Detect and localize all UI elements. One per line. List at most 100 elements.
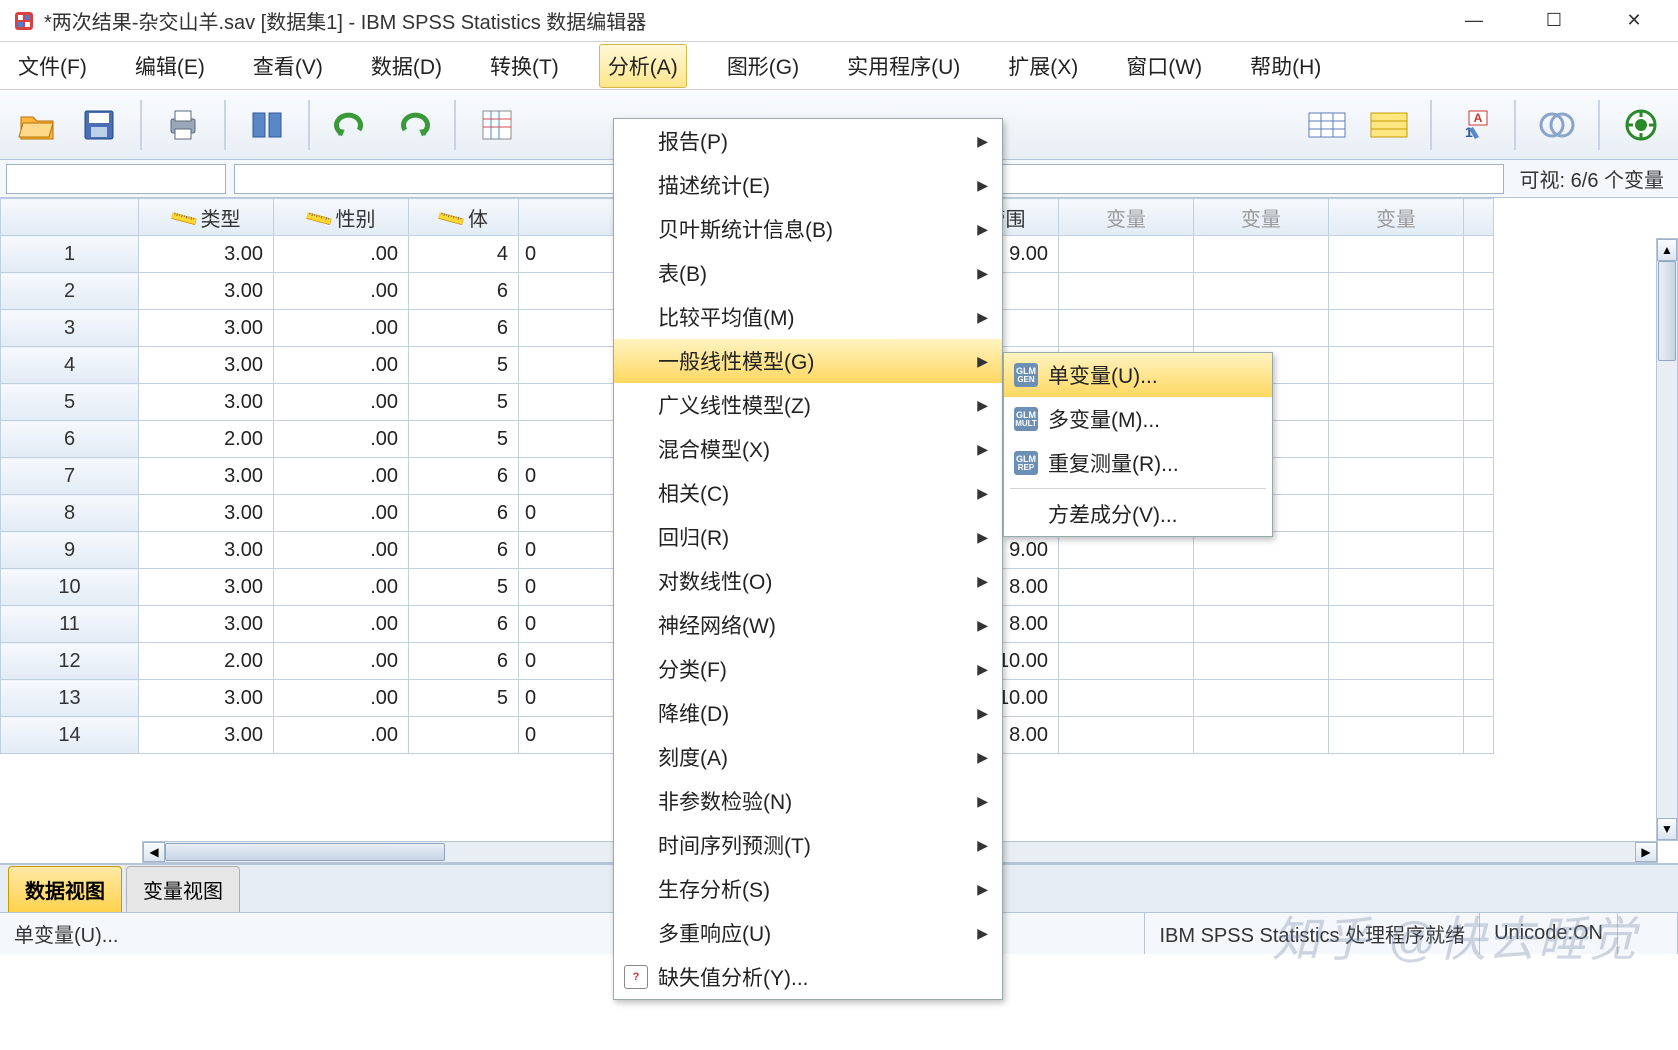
vertical-scrollbar[interactable]: ▲ ▼ xyxy=(1656,238,1678,841)
find-button[interactable] xyxy=(1362,98,1416,152)
cell[interactable]: 6 xyxy=(409,273,519,310)
glm-item[interactable]: GLMREP重复测量(R)... xyxy=(1004,441,1272,485)
cell[interactable]: 6 xyxy=(409,495,519,532)
row-header[interactable]: 5 xyxy=(1,384,139,421)
run-button[interactable] xyxy=(1614,98,1668,152)
analyze-item[interactable]: 对数线性(O)▶ xyxy=(614,559,1002,603)
cell[interactable] xyxy=(1059,532,1194,569)
analyze-item[interactable]: ?缺失值分析(Y)... xyxy=(614,955,1002,999)
row-header[interactable]: 12 xyxy=(1,643,139,680)
cell[interactable]: .00 xyxy=(274,384,409,421)
cell[interactable]: 3.00 xyxy=(139,458,274,495)
cell[interactable] xyxy=(1329,384,1464,421)
cell[interactable] xyxy=(1194,606,1329,643)
cell[interactable]: 3.00 xyxy=(139,569,274,606)
cell[interactable] xyxy=(1194,569,1329,606)
cell[interactable] xyxy=(1329,680,1464,717)
cell[interactable] xyxy=(1329,569,1464,606)
cell[interactable] xyxy=(1329,495,1464,532)
menu-edit[interactable]: 编辑(E) xyxy=(127,45,213,87)
cell-reference-box[interactable] xyxy=(6,164,226,194)
row-header[interactable]: 4 xyxy=(1,347,139,384)
row-header[interactable]: 13 xyxy=(1,680,139,717)
cell[interactable]: 6 xyxy=(409,532,519,569)
scroll-left-button[interactable]: ◀ xyxy=(143,842,165,862)
cell[interactable]: .00 xyxy=(274,643,409,680)
cell[interactable]: 3.00 xyxy=(139,495,274,532)
cell[interactable]: 2.00 xyxy=(139,643,274,680)
col-header-type[interactable]: 📏类型 xyxy=(139,199,274,236)
print-button[interactable] xyxy=(156,98,210,152)
menu-graphs[interactable]: 图形(G) xyxy=(719,45,807,87)
cell[interactable]: .00 xyxy=(274,347,409,384)
tab-data-view[interactable]: 数据视图 xyxy=(8,866,122,912)
cell[interactable] xyxy=(1194,680,1329,717)
row-header[interactable]: 2 xyxy=(1,273,139,310)
cell[interactable] xyxy=(1329,532,1464,569)
cell[interactable] xyxy=(409,717,519,754)
col-header-body[interactable]: 📏体 xyxy=(409,199,519,236)
row-header[interactable]: 11 xyxy=(1,606,139,643)
cell[interactable]: 3.00 xyxy=(139,384,274,421)
analyze-item[interactable]: 混合模型(X)▶ xyxy=(614,427,1002,471)
cell[interactable] xyxy=(1194,310,1329,347)
analyze-item[interactable]: 相关(C)▶ xyxy=(614,471,1002,515)
cell[interactable] xyxy=(1059,236,1194,273)
redo-button[interactable] xyxy=(386,98,440,152)
menu-window[interactable]: 窗口(W) xyxy=(1118,45,1210,87)
cell[interactable]: .00 xyxy=(274,236,409,273)
use-sets-button[interactable] xyxy=(1530,98,1584,152)
cell[interactable] xyxy=(1059,273,1194,310)
cell[interactable]: 5 xyxy=(409,347,519,384)
cell[interactable]: .00 xyxy=(274,532,409,569)
cell[interactable]: 6 xyxy=(409,606,519,643)
analyze-item[interactable]: 分类(F)▶ xyxy=(614,647,1002,691)
cell[interactable] xyxy=(1194,236,1329,273)
menu-view[interactable]: 查看(V) xyxy=(245,45,331,87)
cell[interactable]: 3.00 xyxy=(139,310,274,347)
col-header-empty3[interactable]: 变量 xyxy=(1329,199,1464,236)
glm-item[interactable]: GLMMULT多变量(M)... xyxy=(1004,397,1272,441)
cell[interactable]: .00 xyxy=(274,606,409,643)
analyze-item[interactable]: 非参数检验(N)▶ xyxy=(614,779,1002,823)
cell[interactable] xyxy=(1329,273,1464,310)
cell[interactable]: .00 xyxy=(274,273,409,310)
analyze-item[interactable]: 广义线性模型(Z)▶ xyxy=(614,383,1002,427)
cell[interactable]: 5 xyxy=(409,680,519,717)
cell[interactable]: .00 xyxy=(274,495,409,532)
menu-extensions[interactable]: 扩展(X) xyxy=(1000,45,1086,87)
tab-variable-view[interactable]: 变量视图 xyxy=(126,866,240,912)
value-labels-button[interactable]: A1 xyxy=(1446,98,1500,152)
close-button[interactable]: ✕ xyxy=(1614,6,1654,36)
scroll-up-button[interactable]: ▲ xyxy=(1657,239,1677,261)
cell[interactable]: 3.00 xyxy=(139,273,274,310)
cell[interactable]: .00 xyxy=(274,310,409,347)
cell[interactable] xyxy=(1329,347,1464,384)
cell[interactable] xyxy=(1059,310,1194,347)
cell[interactable]: 3.00 xyxy=(139,606,274,643)
analyze-item[interactable]: 多重响应(U)▶ xyxy=(614,911,1002,955)
cell[interactable] xyxy=(1329,606,1464,643)
cell[interactable] xyxy=(1194,643,1329,680)
save-button[interactable] xyxy=(72,98,126,152)
cell[interactable] xyxy=(1329,458,1464,495)
cell[interactable] xyxy=(1329,717,1464,754)
menu-analyze[interactable]: 分析(A) xyxy=(599,44,687,88)
recall-dialog-button[interactable] xyxy=(240,98,294,152)
undo-button[interactable] xyxy=(324,98,378,152)
cell[interactable] xyxy=(1059,606,1194,643)
cell[interactable]: 5 xyxy=(409,384,519,421)
cell[interactable]: 6 xyxy=(409,643,519,680)
analyze-item[interactable]: 时间序列预测(T)▶ xyxy=(614,823,1002,867)
row-header[interactable]: 6 xyxy=(1,421,139,458)
menu-file[interactable]: 文件(F) xyxy=(10,45,95,87)
minimize-button[interactable]: ― xyxy=(1454,6,1494,36)
menu-utilities[interactable]: 实用程序(U) xyxy=(839,45,968,87)
cell[interactable]: 5 xyxy=(409,569,519,606)
cell[interactable]: 5 xyxy=(409,421,519,458)
col-header-empty2[interactable]: 变量 xyxy=(1194,199,1329,236)
analyze-item[interactable]: 生存分析(S)▶ xyxy=(614,867,1002,911)
corner-cell[interactable] xyxy=(1,199,139,236)
cell[interactable] xyxy=(1329,421,1464,458)
cell[interactable]: 3.00 xyxy=(139,347,274,384)
